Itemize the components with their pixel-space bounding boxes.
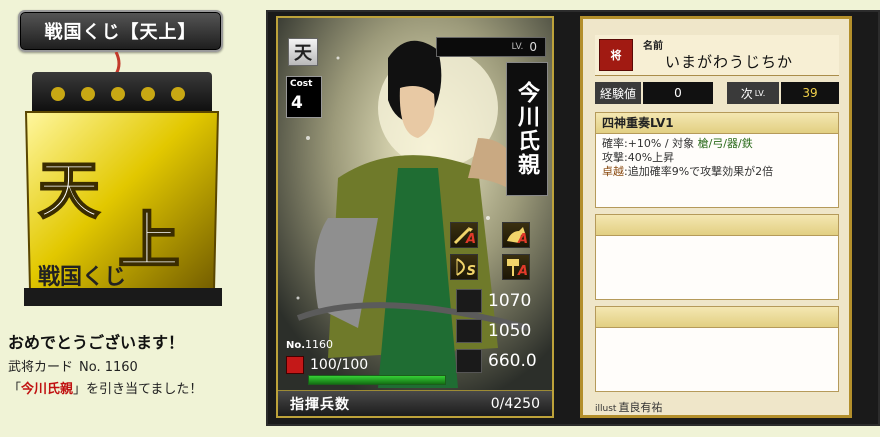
heart-icon: [286, 356, 304, 374]
cost-value: 4: [291, 93, 303, 113]
hp-bar-fill: [309, 376, 445, 384]
card-number-small: 1160: [305, 338, 334, 351]
card-level-box: LV. 0: [436, 37, 546, 57]
general-name-vertical: 今川氏親: [506, 62, 548, 196]
card-number-tag: No.1160: [286, 338, 333, 351]
bow-grade: S: [466, 264, 476, 279]
defense-stat: 1050: [456, 318, 552, 344]
name-row: 将 名前 いまがわうじちか: [595, 35, 839, 76]
illustrator-name: 直良有祐: [618, 401, 663, 414]
drawn-card-line: 「今川氏親」を引き当てました！: [8, 378, 202, 397]
hp-bar: [308, 375, 446, 385]
hp-row: 100/100: [286, 354, 466, 376]
exp-label: 経験値: [595, 82, 641, 104]
experience-row: 経験値 0 次 LV. 39: [595, 82, 839, 106]
card-number-prefix: No.: [286, 340, 306, 351]
cost-label: Cost: [290, 79, 313, 89]
congrats-message: おめでとうございます！: [8, 333, 185, 352]
attack-value: 1070: [488, 291, 532, 311]
cavalry-aptitude-icon: A: [502, 222, 530, 248]
spear-grade: A: [465, 232, 476, 247]
drawn-general-name: 今川氏親: [21, 382, 74, 397]
helmet-icon: [456, 319, 482, 343]
siege-grade: A: [517, 264, 528, 279]
next-label-text: 次: [740, 86, 753, 101]
name-caption: 名前: [643, 41, 663, 52]
illust-label: illust: [595, 404, 617, 414]
drawn-suffix: 」を引き当てました！: [73, 382, 203, 397]
skill-slot-2: [595, 214, 839, 300]
troop-label: 指揮兵数: [290, 396, 350, 413]
next-level-value: 39: [781, 82, 839, 104]
lottery-title-plate: 戦国くじ【天上】: [18, 10, 223, 52]
skill-excel-text: :追加確率9%で攻撃効果が2倍: [624, 165, 774, 178]
military-value: 660.0: [488, 351, 537, 371]
rarity-badge: 天: [288, 38, 318, 66]
level-label: LV.: [511, 42, 524, 52]
skill-line-1: 確率:+10% / 対象 槍/弓/器/鉄: [602, 137, 832, 151]
skill-targets: 槍/弓/器/鉄: [697, 137, 753, 150]
skill-line-3: 卓越:追加確率9%で攻撃効果が2倍: [602, 165, 832, 179]
card-info-panel: 将 名前 いまがわうじちか 経験値 0 次 LV. 39 四神重奏LV1 確率:+…: [580, 16, 852, 418]
defense-value: 1050: [488, 321, 532, 341]
skill-box: 四神重奏LV1 確率:+10% / 対象 槍/弓/器/鉄 攻撃:40%上昇 卓越…: [595, 112, 839, 208]
skill-name: 四神重奏LV1: [596, 113, 838, 134]
troop-value: 0/4250: [490, 395, 540, 412]
svg-text:戦国くじ: 戦国くじ: [38, 264, 126, 290]
card-number-label: 武将カード: [8, 360, 74, 375]
skill-line-1-pre: 確率:+10% / 対象: [602, 137, 698, 150]
exp-value: 0: [643, 82, 713, 104]
skill-line-2: 攻撃:40%上昇: [602, 151, 675, 164]
name-reading: いまがわうじちか: [665, 53, 794, 71]
troop-count-bar: 指揮兵数 0/4250: [278, 390, 552, 416]
cavalry-grade: A: [517, 232, 528, 247]
svg-text:上: 上: [118, 204, 180, 277]
general-seal-icon: 将: [599, 39, 633, 71]
svg-text:天: 天: [38, 154, 100, 227]
military-stat: 660.0: [456, 348, 552, 374]
lottery-title: 戦国くじ【天上】: [44, 22, 197, 43]
sword-icon: [456, 289, 482, 313]
level-value: 0: [529, 40, 537, 54]
next-level-label: 次 LV.: [727, 82, 779, 104]
skill-excel-label: 卓越: [602, 165, 624, 178]
card-front[interactable]: 天 LV. 0 Cost 4 今川氏親 A A S A 1070 1050 66…: [276, 16, 554, 418]
cost-box: Cost 4: [286, 76, 322, 118]
skill-slot-3: [595, 306, 839, 392]
drawn-prefix: 「: [8, 382, 22, 397]
next-label-unit: LV.: [754, 88, 766, 98]
hp-value: 100/100: [310, 357, 369, 373]
bow-aptitude-icon: S: [450, 254, 478, 280]
card-number-value: No. 1160: [79, 360, 138, 375]
illustrator-credit: illust 直良有祐: [595, 399, 662, 415]
attack-stat: 1070: [456, 288, 552, 314]
siege-aptitude-icon: A: [502, 254, 530, 280]
skill-description: 確率:+10% / 対象 槍/弓/器/鉄 攻撃:40%上昇 卓越:追加確率9%で…: [596, 134, 838, 182]
spear-aptitude-icon: A: [450, 222, 478, 248]
lottery-ticket-image: 天 上 戦国くじ: [24, 52, 222, 306]
card-number-line: 武将カード No. 1160: [8, 356, 144, 375]
